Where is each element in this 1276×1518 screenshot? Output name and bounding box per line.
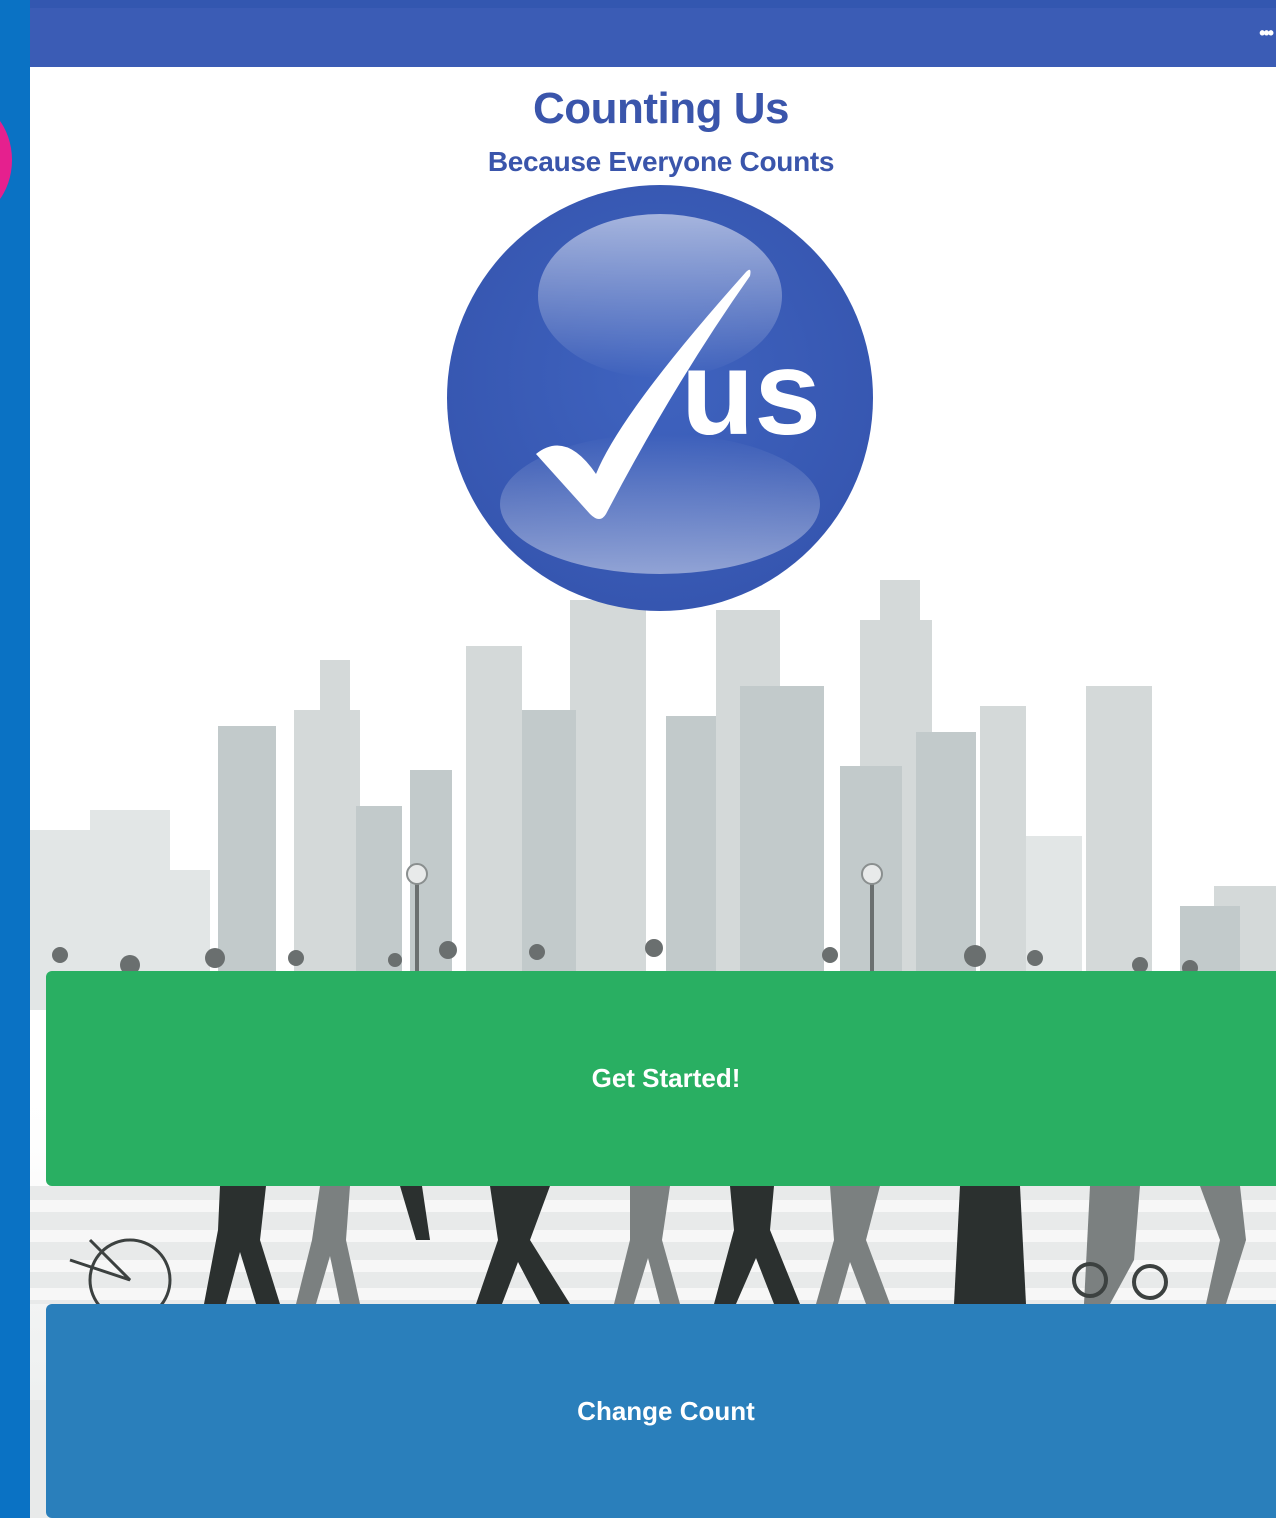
app-window: ••• Counting Us Because Everyone Counts …	[30, 0, 1276, 1518]
page-title: Counting Us	[532, 84, 790, 133]
change-count-button[interactable]: Change Count	[46, 1304, 1276, 1518]
get-started-button[interactable]: Get Started!	[46, 971, 1276, 1186]
pink-circle-decoration	[0, 100, 12, 220]
counting-us-logo: us	[447, 185, 873, 611]
side-panel-edge	[0, 0, 30, 1518]
app-bar: •••	[30, 0, 1276, 67]
page-subtitle: Because Everyone Counts	[487, 146, 835, 177]
more-options-icon[interactable]: •••	[1259, 24, 1274, 42]
logo-text: us	[681, 326, 821, 460]
